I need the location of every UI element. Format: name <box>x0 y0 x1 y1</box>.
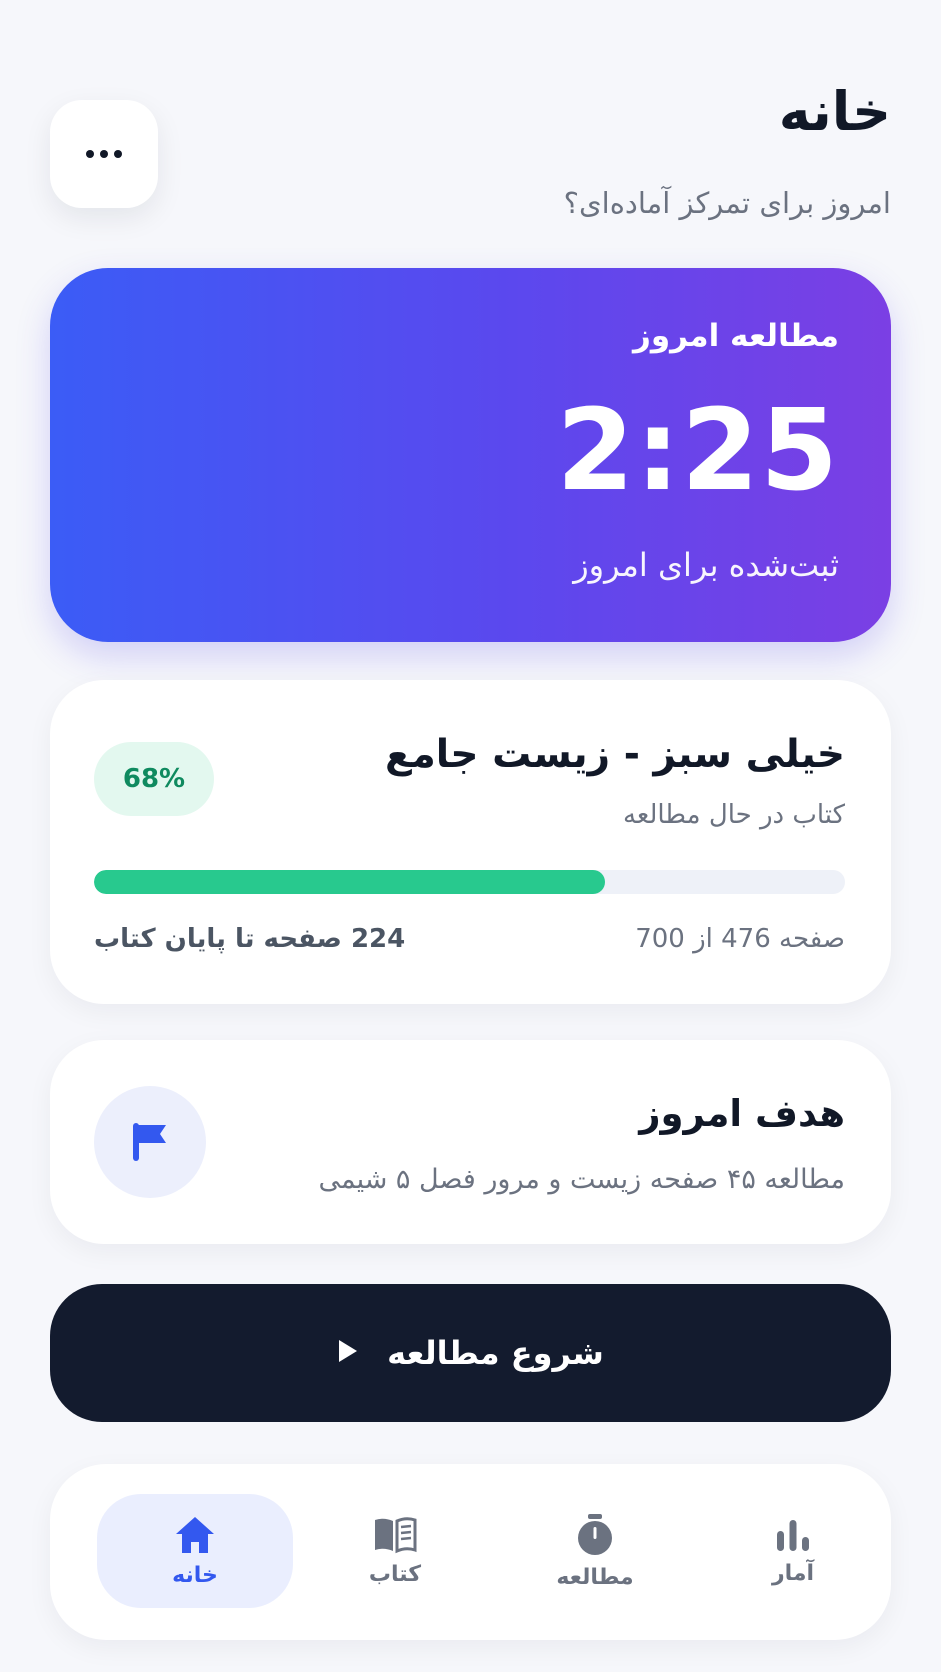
book-progress-fill <box>94 870 605 894</box>
daily-goal-card[interactable]: هدف امروز مطالعه ۴۵ صفحه زیست و مرور فصل… <box>50 1040 891 1244</box>
nav-label-home: خانه <box>172 1562 218 1588</box>
book-title: خیلی سبز - زیست جامع <box>384 732 845 777</box>
bottom-nav: خانه کتاب مطالعه آمار <box>50 1464 891 1640</box>
home-icon <box>174 1515 216 1559</box>
goal-title: هدف امروز <box>639 1092 845 1135</box>
nav-item-home[interactable]: خانه <box>97 1494 293 1608</box>
nav-item-book[interactable]: کتاب <box>297 1494 493 1608</box>
today-study-card: مطالعه امروز 2:25 ثبت‌شده برای امروز <box>50 268 891 642</box>
today-study-caption: ثبت‌شده برای امروز <box>573 546 839 584</box>
start-study-button[interactable]: شروع مطالعه <box>50 1284 891 1422</box>
book-subtitle: کتاب در حال مطالعه <box>622 800 845 830</box>
play-icon <box>337 1338 359 1368</box>
page-subtitle: امروز برای تمرکز آماده‌ای؟ <box>563 186 891 220</box>
more-horizontal-icon <box>86 150 122 158</box>
home-screen: خانه امروز برای تمرکز آماده‌ای؟ مطالعه ا… <box>0 0 941 1672</box>
page-title: خانه <box>778 80 891 143</box>
bar-chart-icon <box>774 1517 812 1557</box>
start-study-label: شروع مطالعه <box>387 1334 604 1372</box>
timer-icon <box>575 1513 615 1561</box>
goal-description: مطالعه ۴۵ صفحه زیست و مرور فصل ۵ شیمی <box>318 1164 845 1195</box>
nav-label-study: مطالعه <box>556 1564 634 1590</box>
pages-left: 224 صفحه تا پایان کتاب <box>94 924 406 954</box>
nav-item-stats[interactable]: آمار <box>695 1494 891 1608</box>
today-study-time: 2:25 <box>556 386 839 516</box>
nav-item-study[interactable]: مطالعه <box>497 1494 693 1608</box>
nav-label-stats: آمار <box>771 1560 815 1586</box>
nav-label-book: کتاب <box>368 1561 422 1587</box>
page-status: صفحه 476 از 700 <box>635 924 845 954</box>
book-icon <box>372 1516 418 1558</box>
flag-icon <box>94 1086 206 1198</box>
progress-percent-badge: 68% <box>94 742 214 816</box>
book-progress-bar <box>94 870 845 894</box>
today-study-label: مطالعه امروز <box>633 318 839 354</box>
current-book-card[interactable]: خیلی سبز - زیست جامع کتاب در حال مطالعه … <box>50 680 891 1004</box>
more-menu-button[interactable] <box>50 100 158 208</box>
